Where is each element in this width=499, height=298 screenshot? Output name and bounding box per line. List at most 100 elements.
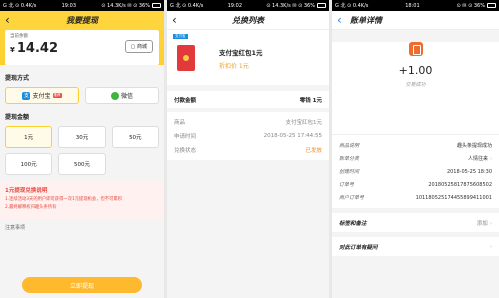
method-label: 支付宝 [32,93,51,100]
status-left: G 北 ⊙ 0.4K/s [170,3,204,9]
status-time: 18:01 [405,2,420,9]
chevron-right-icon: › [489,243,492,250]
amount-option[interactable]: 50元 [111,126,159,148]
detail-row: 商品说明 趣头条提现成功 [332,139,499,152]
notice-box: 1元提现兑换说明 1.连续活动3天的用户即可获得一次1元提现机会，但不可累积 2… [0,182,164,220]
mall-button-label: 商城 [136,44,147,50]
info-row: 商品 支付宝红包1元 [167,115,329,129]
amount-options: 1元 30元 50元 100元 500元 [0,126,164,175]
info-row: 兑换状态 已发放 [167,143,329,157]
detail-value: 趣头条提现成功 [456,143,492,149]
withdraw-button[interactable]: 立即提现 [22,277,142,293]
amount-option[interactable]: 30元 [58,126,106,148]
status-time: 19:03 [61,2,77,9]
order-info: 商品 支付宝红包1元 申请时间 2018-05-25 17:44:55 兑换状态 已发… [167,112,329,160]
currency-symbol: ¥ [10,46,15,54]
prize-card[interactable]: 支付宝 支付宝红包1元 折扣价 1元 [167,30,329,85]
bill-summary: +1.00 交易成功 [332,42,499,134]
status-left: G 北 ⊙ 0.4K/s [335,3,369,9]
status-bar: G 北 ⊙ 0.4K/s 19:02 ⊙ 14.3K/s ✉ ⊙ 36% [167,0,329,11]
bill-status: 交易成功 [405,82,426,88]
nav-bar: ‹ 兑换列表 [167,11,329,30]
notice-title: 1元提现兑换说明 [5,188,48,194]
info-row: 申请时间 2018-05-25 17:44:55 [167,129,329,143]
tags-notes-add: 添加 [476,220,488,227]
method-options: 支 支付宝 推荐 微信 [0,87,164,104]
detail-row: 创建时间 2018-05-25 18:30 [332,165,499,178]
amount-option[interactable]: 1元 [5,126,53,148]
alipay-icon: 支 [22,91,31,100]
balance-label: 当前余额 [10,34,28,39]
alipay-tag: 支付宝 [173,34,188,39]
method-wechat[interactable]: 微信 [85,87,159,104]
method-label: 微信 [120,93,133,100]
method-title: 提现方式 [5,75,30,82]
chevron-right-icon: › [490,156,492,162]
status-bar: G 北 ⊙ 0.4K/s 19:03 ⊙ 14.3K/s ✉ ⊙ 36% [0,0,164,11]
detail-row: 订单号 20180525817875608502 [332,178,499,191]
back-arrow-icon[interactable]: ‹ [172,12,177,28]
amount-title: 提现金额 [5,114,30,121]
detail-key: 创建时间 [339,169,360,175]
mall-button[interactable]: ▢ 商城 [124,40,153,53]
notice-item: 1.连续活动3天的用户即可获得一次1元提现机会，但不可累积 [5,197,122,202]
amount-option[interactable]: 500元 [58,153,106,175]
detail-value: 20180525817875608502 [428,181,492,188]
detail-key: 账单分类 [339,156,360,162]
bill-details: 商品说明 趣头条提现成功 账单分类 人情往来 › 创建时间 2018-05-25 18:… [332,135,499,208]
info-key: 申请时间 [174,134,197,140]
notes-label: 注意事项 [5,225,26,231]
detail-value: 101180525174455899411001 [415,194,492,201]
nav-bar: ‹ 我要提现 [0,11,164,30]
balance-value: 14.42 [16,41,58,56]
store-icon: ▢ [130,44,136,50]
status-time: 19:02 [227,2,243,9]
balance-card: 当前余额 ¥14.42 ▢ 商城 [5,30,159,65]
prize-price: 折扣价 1元 [219,63,249,70]
payment-value: 零钱 1元 [299,97,322,104]
page-title: 账单详情 [350,15,382,25]
category-row[interactable]: 账单分类 人情往来 › [332,152,499,165]
payment-label: 付款金额 [174,97,197,104]
info-key: 商品 [174,120,186,126]
bill-amount: +1.00 [398,64,433,77]
bill-detail-screen: G 北 ⊙ 0.4K/s 18:01 ⊙ ✉ ⊙ 36% ‹ 账单详情 +1.0… [332,0,499,298]
detail-row: 商户订单号 101180525174455899411001 [332,191,499,204]
order-question-row[interactable]: 对此订单有疑问 › [332,237,499,256]
amount-option[interactable]: 100元 [5,153,53,175]
info-value: 2018-05-25 17:44:55 [263,133,322,139]
info-key: 兑换状态 [174,148,197,154]
detail-value: 人情往来 [467,156,488,162]
detail-value: 2018-05-25 18:30 [446,168,492,175]
page-title: 兑换列表 [232,15,264,25]
prize-name: 支付宝红包1元 [219,49,263,57]
battery-icon [152,3,161,8]
battery-icon [486,3,496,8]
nav-bar: ‹ 账单详情 [332,11,499,30]
chevron-right-icon: › [489,220,492,227]
header-area: ‹ 我要提现 当前余额 ¥14.42 ▢ 商城 [0,11,164,65]
exchange-list-screen: G 北 ⊙ 0.4K/s 19:02 ⊙ 14.3K/s ✉ ⊙ 36% ‹ 兑… [167,0,329,298]
detail-key: 订单号 [339,182,355,188]
order-question-label: 对此订单有疑问 [339,244,378,251]
status-right: ⊙ ✉ ⊙ 36% [456,2,485,9]
status-right: ⊙ 14.3K/s ✉ ⊙ 36% [266,2,315,9]
tags-notes-row[interactable]: 标签和备注 添加 › [332,213,499,232]
back-arrow-icon[interactable]: ‹ [337,12,342,28]
detail-key: 商品说明 [339,143,360,149]
bill-icon [408,42,423,56]
back-arrow-icon[interactable]: ‹ [5,12,10,28]
red-packet-icon [177,45,195,71]
info-value: 支付宝红包1元 [285,120,323,126]
status-bar: G 北 ⊙ 0.4K/s 18:01 ⊙ ✉ ⊙ 36% [332,0,499,11]
wechat-icon [110,91,119,100]
recommend-badge: 推荐 [52,93,62,98]
method-alipay[interactable]: 支 支付宝 推荐 [5,87,79,104]
battery-icon [317,3,326,8]
status-value: 已发放 [305,148,322,154]
payment-amount-row: 付款金额 零钱 1元 [167,91,329,108]
tags-notes-label: 标签和备注 [339,220,367,227]
withdraw-screen: G 北 ⊙ 0.4K/s 19:03 ⊙ 14.3K/s ✉ ⊙ 36% ‹ 我… [0,0,164,298]
status-left: G 北 ⊙ 0.4K/s [3,3,37,9]
notice-item: 2.最终解释权归趣头条所有 [5,205,57,210]
